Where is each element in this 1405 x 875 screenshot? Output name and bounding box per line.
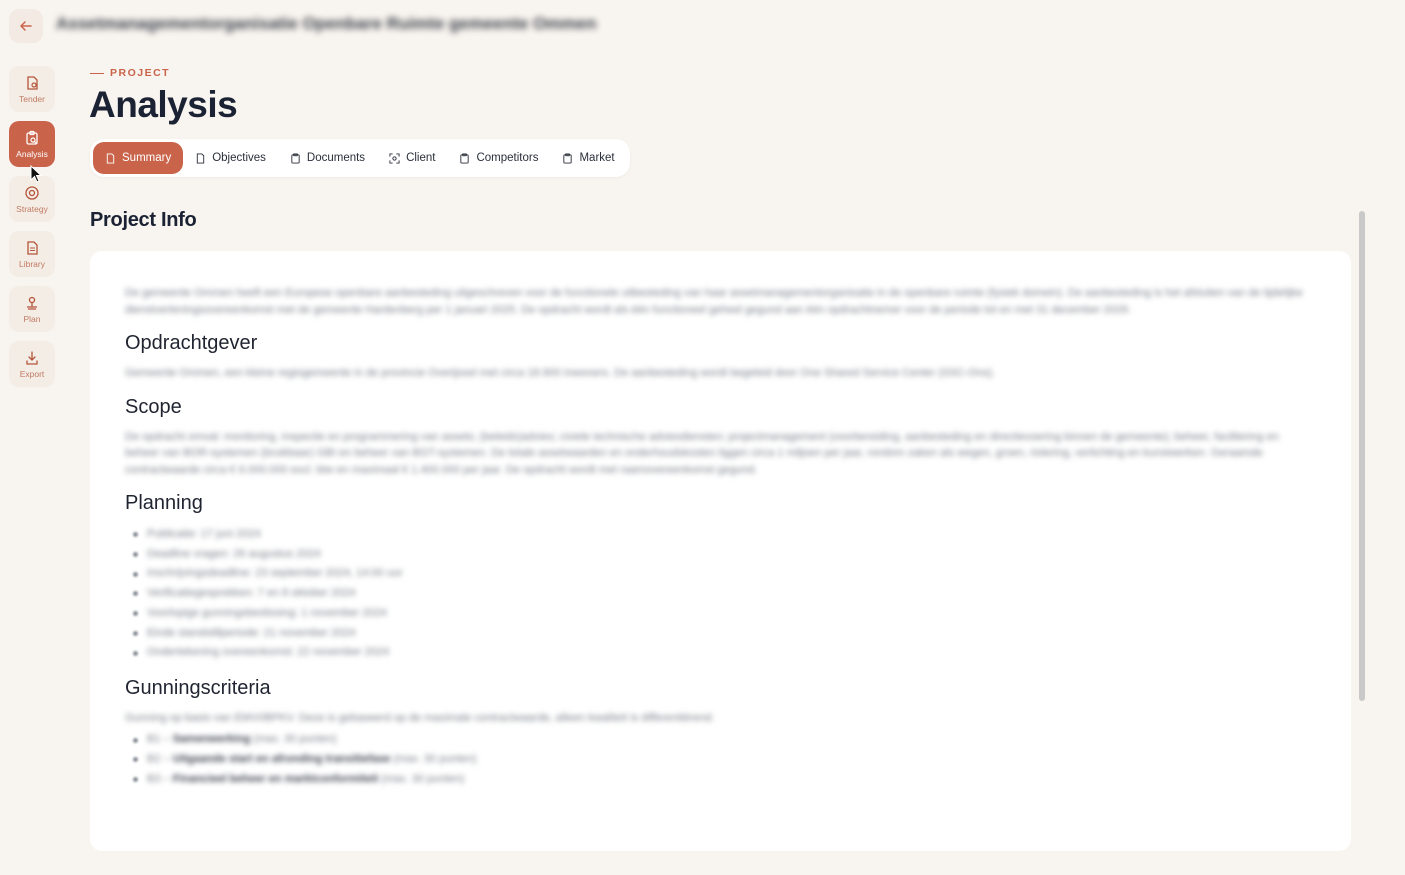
plan-icon <box>27 296 37 310</box>
tab-label: Objectives <box>212 152 266 164</box>
tab-competitors[interactable]: Competitors <box>447 142 550 174</box>
bullet <box>133 777 138 783</box>
tab-objectives[interactable]: Objectives <box>183 142 278 174</box>
page-eyebrow: PROJECT <box>90 67 170 79</box>
list-item: Einde standstillperiode: 21 november 202… <box>133 624 1316 644</box>
document-icon <box>106 152 115 164</box>
top-bar: Assetmanagementorganisatie Openbare Ruim… <box>0 0 1405 52</box>
tab-summary[interactable]: Summary <box>93 142 184 174</box>
document-icon <box>197 152 205 164</box>
sidebar-item-label: Tender <box>19 93 45 104</box>
tab-label: Competitors <box>476 152 539 164</box>
bullet <box>133 737 138 743</box>
tab-client[interactable]: Client <box>377 142 447 174</box>
criteria-heading: Gunningscriteria <box>125 676 271 699</box>
scrollbar[interactable] <box>1359 211 1365 701</box>
tab-label: Documents <box>306 152 366 164</box>
eyebrow-divider <box>90 72 104 74</box>
organization-title: Assetmanagementorganisatie Openbare Ruim… <box>56 14 597 33</box>
list-item: Publicatie: 17 juni 2024 <box>133 525 1316 545</box>
list-item: B1 – Samenwerking (max. 30 punten) <box>133 730 1316 750</box>
sidebar-item-label: Analysis <box>16 148 48 159</box>
tab-label: Market <box>579 152 615 164</box>
clipboard-icon <box>563 153 573 164</box>
page-title: Analysis <box>89 84 238 125</box>
client-paragraph: Gemeente Ommen, een kleine regiogemeente… <box>125 367 996 379</box>
bullet <box>133 630 138 636</box>
bullet <box>133 650 138 656</box>
list-item: Inschrijvingsdeadline: 23 september 2024… <box>133 564 1316 584</box>
sidebar-item-library[interactable]: Library <box>9 231 55 277</box>
tab-documents[interactable]: Documents <box>278 142 377 174</box>
arrow-left-icon <box>20 21 32 31</box>
bullet <box>133 591 138 597</box>
scan-user-icon <box>389 152 400 164</box>
tab-label: Summary <box>122 152 172 164</box>
sidebar-item-label: Export <box>19 368 45 379</box>
clipboard-icon <box>291 153 300 164</box>
bullet <box>133 571 138 577</box>
export-icon <box>26 350 38 365</box>
section-title: Project Info <box>90 209 197 231</box>
sidebar-item-tender[interactable]: Tender <box>9 66 55 112</box>
bullet <box>133 757 138 763</box>
planning-heading: Planning <box>125 492 203 514</box>
project-info-card: De gemeente Ommen heeft een Europese ope… <box>90 251 1351 851</box>
analysis-icon <box>26 130 38 145</box>
sidebar-item-label: Library <box>19 258 45 269</box>
criteria-paragraph: Gunning op basis van EMVI/BPKV. Deze is … <box>125 711 715 724</box>
list-item: Ondertekening overeenkomst: 22 november … <box>133 643 1316 663</box>
bullet <box>133 611 138 617</box>
list-item: Deadline vragen: 26 augustus 2024 <box>133 545 1316 565</box>
eyebrow-label: PROJECT <box>110 67 171 79</box>
criteria-list: B1 – Samenwerking (max. 30 punten) B2 – … <box>125 730 1316 789</box>
planning-list: Publicatie: 17 juni 2024 Deadline vragen… <box>125 525 1316 663</box>
clipboard-icon <box>460 153 470 164</box>
tender-icon <box>27 75 38 90</box>
back-button[interactable] <box>9 9 43 43</box>
sidebar-item-analysis[interactable]: Analysis <box>9 121 55 167</box>
sidebar-item-export[interactable]: Export <box>9 341 55 387</box>
mouse-cursor-icon <box>30 165 43 183</box>
sidebar-item-plan[interactable]: Plan <box>9 286 55 332</box>
strategy-icon <box>25 185 39 200</box>
intro-paragraph: De gemeente Ommen heeft een Europese ope… <box>125 287 1303 316</box>
sidebar-item-label: Plan <box>23 313 41 324</box>
client-heading: Opdrachtgever <box>125 332 258 354</box>
list-item: Verificatiegesprekken: 7 en 8 oktober 20… <box>133 584 1316 604</box>
tab-label: Client <box>406 152 436 164</box>
list-item: B2 – Uitgaande start en afronding transi… <box>133 750 1316 770</box>
scope-heading: Scope <box>125 395 182 418</box>
scope-paragraph: De opdracht omvat: monitoring, inspectie… <box>125 430 1279 476</box>
list-item: Voorlopige gunningsbeslissing: 1 novembe… <box>133 604 1316 624</box>
sidebar-nav: Tender Analysis Strategy Library Plan Ex… <box>9 66 55 396</box>
sidebar-item-label: Strategy <box>16 203 48 214</box>
list-item: B3 – Financieel beheer en marktconformit… <box>133 770 1316 790</box>
bullet <box>133 532 138 538</box>
library-icon <box>27 240 38 255</box>
analysis-tabs: Summary Objectives Documents Client Comp… <box>90 139 630 177</box>
tab-market[interactable]: Market <box>550 142 626 174</box>
bullet <box>133 552 138 558</box>
